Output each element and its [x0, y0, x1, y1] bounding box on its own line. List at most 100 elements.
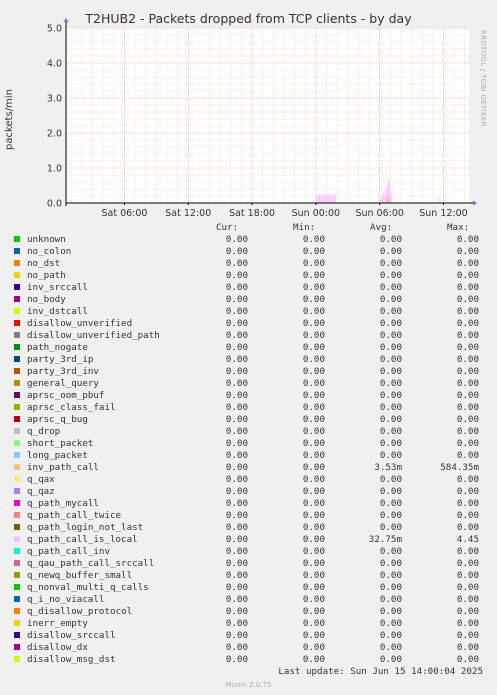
area-mark-q_path_call_is_local: [333, 195, 335, 203]
legend-value-cur: 0.00: [225, 570, 248, 581]
legend-value-min: 0.00: [302, 546, 325, 557]
legend-value-avg: 0.00: [379, 294, 402, 305]
legend-swatch: [14, 560, 20, 566]
legend-value-max: 0.00: [456, 390, 479, 401]
legend-series-name: no_path: [27, 270, 66, 281]
legend-value-max: 0.00: [456, 246, 479, 257]
y-tick-label: 1.0: [47, 164, 62, 175]
legend-row: q_nonval_multi_q_calls 0.00 0.00 0.00 0.00: [0, 582, 497, 594]
legend-series-name: short_packet: [27, 438, 94, 449]
legend-value-min: 0.00: [302, 390, 325, 401]
legend-value-avg: 0.00: [379, 342, 402, 353]
legend-swatch: [14, 548, 20, 554]
legend-value-min: 0.00: [302, 450, 325, 461]
legend-value-cur: 0.00: [225, 402, 248, 413]
y-tick-label: 4.0: [47, 59, 62, 70]
legend-series-name: disallow_srccall: [27, 630, 116, 641]
legend-row: disallow_dx 0.00 0.00 0.00 0.00: [0, 642, 497, 654]
legend-value-max: 0.00: [456, 642, 479, 653]
legend-swatch: [14, 416, 20, 422]
legend-value-avg: 0.00: [379, 330, 402, 341]
legend-value-cur: 0.00: [225, 498, 248, 509]
legend-value-cur: 0.00: [225, 366, 248, 377]
legend-row: inv_dstcall 0.00 0.00 0.00 0.00: [0, 306, 497, 318]
legend-value-avg: 0.00: [379, 234, 402, 245]
legend-row: q_i_no_viacall 0.00 0.00 0.00 0.00: [0, 594, 497, 606]
legend-value-max: 0.00: [456, 606, 479, 617]
legend-value-cur: 0.00: [225, 582, 248, 593]
legend-series-name: inv_dstcall: [27, 306, 88, 317]
legend-value-min: 0.00: [302, 582, 325, 593]
legend-value-max: 0.00: [456, 282, 479, 293]
legend-value-avg: 0.00: [379, 414, 402, 425]
legend-value-avg: 0.00: [379, 426, 402, 437]
legend-row: q_drop 0.00 0.00 0.00 0.00: [0, 426, 497, 438]
legend-value-max: 0.00: [456, 498, 479, 509]
legend-series-name: q_newq_buffer_small: [27, 570, 133, 581]
legend-series-name: disallow_dx: [27, 642, 88, 653]
legend-series-name: q_path_mycall: [27, 498, 99, 509]
area-mark-q_path_call_is_local: [325, 195, 327, 203]
legend-value-avg: 0.00: [379, 642, 402, 653]
legend-value-cur: 0.00: [225, 306, 248, 317]
legend-series-name: q_path_login_not_last: [27, 522, 144, 533]
legend-row: inerr_empty 0.00 0.00 0.00 0.00: [0, 618, 497, 630]
legend-value-avg: 0.00: [379, 498, 402, 509]
legend-value-min: 0.00: [302, 234, 325, 245]
legend-swatch: [14, 344, 20, 350]
legend-row: inv_path_call 0.00 0.00 3.53m 584.35m: [0, 462, 497, 474]
legend-row: q_newq_buffer_small 0.00 0.00 0.00 0.00: [0, 570, 497, 582]
legend-value-avg: 0.00: [379, 570, 402, 581]
legend-value-max: 0.00: [456, 270, 479, 281]
legend-series-name: no_dst: [27, 258, 61, 269]
legend-value-avg: 0.00: [379, 306, 402, 317]
legend-value-cur: 0.00: [225, 618, 248, 629]
legend-row: q_qaz 0.00 0.00 0.00 0.00: [0, 486, 497, 498]
legend-value-min: 0.00: [302, 342, 325, 353]
legend-value-cur: 0.00: [225, 354, 248, 365]
legend-swatch: [14, 380, 20, 386]
legend-value-max: 0.00: [456, 654, 479, 665]
x-tick-label: Sat 06:00: [101, 208, 147, 219]
legend-series-name: path_nogate: [27, 342, 88, 353]
legend-series-name: aprsc_oom_pbuf: [27, 390, 105, 401]
legend-swatch: [14, 308, 20, 314]
legend-value-cur: 0.00: [225, 450, 248, 461]
header-avg: Avg:: [370, 222, 393, 233]
legend-value-min: 0.00: [302, 654, 325, 665]
legend-value-min: 0.00: [302, 594, 325, 605]
legend-row: general_query 0.00 0.00 0.00 0.00: [0, 378, 497, 390]
header-min: Min:: [293, 222, 316, 233]
legend-value-min: 0.00: [302, 438, 325, 449]
legend-value-min: 0.00: [302, 642, 325, 653]
legend-value-cur: 0.00: [225, 246, 248, 257]
legend-value-min: 0.00: [302, 282, 325, 293]
legend-row: short_packet 0.00 0.00 0.00 0.00: [0, 438, 497, 450]
area-mark-inv_path_call: [388, 199, 390, 203]
legend-value-max: 0.00: [456, 366, 479, 377]
area-mark-q_path_call_is_local: [317, 194, 319, 203]
legend-swatch: [14, 536, 20, 542]
legend-swatch: [14, 656, 20, 662]
area-mark-q_path_call_is_local: [335, 193, 337, 203]
legend-value-avg: 0.00: [379, 282, 402, 293]
legend-value-max: 0.00: [456, 234, 479, 245]
legend: unknown 0.00 0.00 0.00 0.00 no_colon 0.00 0.00 0…: [0, 234, 497, 666]
legend-value-max: 0.00: [456, 258, 479, 269]
legend-row: q_path_call_is_local 0.00 0.00 32.75m 4.45: [0, 534, 497, 546]
legend-row: no_dst 0.00 0.00 0.00 0.00: [0, 258, 497, 270]
legend-series-name: aprsc_q_bug: [27, 414, 88, 425]
header-max: Max:: [447, 222, 470, 233]
legend-value-max: 0.00: [456, 630, 479, 641]
legend-row: aprsc_oom_pbuf 0.00 0.00 0.00 0.00: [0, 390, 497, 402]
legend-value-avg: 0.00: [379, 402, 402, 413]
legend-row: disallow_unverified_path 0.00 0.00 0.00 0.00: [0, 330, 497, 342]
legend-value-max: 0.00: [456, 318, 479, 329]
legend-value-avg: 0.00: [379, 246, 402, 257]
legend-row: q_path_call_twice 0.00 0.00 0.00 0.00: [0, 510, 497, 522]
legend-swatch: [14, 584, 20, 590]
legend-swatch: [14, 620, 20, 626]
legend-series-name: disallow_unverified_path: [27, 330, 160, 341]
legend-series-name: long_packet: [27, 450, 88, 461]
legend-value-max: 0.00: [456, 450, 479, 461]
